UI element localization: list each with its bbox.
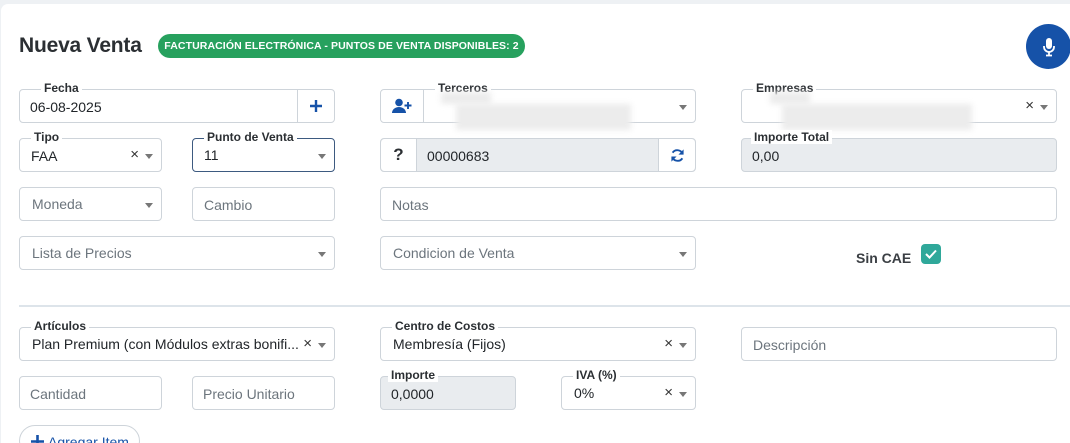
lista-precios-select[interactable]: Lista de Precios [19, 236, 335, 270]
voice-input-button[interactable] [1026, 24, 1070, 69]
moneda-select[interactable]: Moneda [19, 187, 162, 221]
cambio-input[interactable]: Cambio [192, 187, 335, 221]
importe-value: 0,0000 [391, 386, 434, 402]
user-plus-icon [392, 98, 412, 113]
add-item-label: Agregar Item [48, 434, 129, 443]
condicion-venta-select[interactable]: Condicion de Venta [380, 236, 696, 270]
importe-label: Importe [388, 368, 439, 382]
empresas-select[interactable]: Empresas × [741, 81, 1057, 130]
centro-costos-value: Membresía (Fijos) [393, 336, 506, 352]
moneda-placeholder: Moneda [32, 196, 83, 212]
add-customer-button[interactable] [381, 90, 424, 122]
cantidad-input[interactable]: Cantidad [19, 376, 162, 410]
notas-placeholder: Notas [392, 197, 429, 213]
electronic-billing-badge: FACTURACIÓN ELECTRÓNICA - PUNTOS DE VENT… [158, 34, 525, 58]
descripcion-input[interactable]: Descripción [741, 327, 1057, 361]
redacted-company-detail [782, 104, 972, 130]
refresh-numero-button[interactable] [658, 139, 695, 171]
question-icon: ? [393, 145, 404, 164]
descripcion-placeholder: Descripción [753, 337, 827, 353]
chevron-down-icon [1040, 105, 1048, 110]
tipo-label: Tipo [31, 130, 63, 144]
punto-venta-select[interactable]: Punto de Venta 11 [192, 130, 335, 172]
page-title: Nueva Venta [19, 34, 142, 57]
precio-unitario-input[interactable]: Precio Unitario [192, 376, 335, 410]
microphone-icon [1042, 37, 1055, 56]
clear-centro-costos-icon[interactable]: × [664, 335, 673, 352]
importe-total-label: Importe Total [751, 130, 833, 144]
articulos-value: Plan Premium (con Módulos extras bonifi.… [32, 336, 299, 352]
centro-costos-label: Centro de Costos [392, 319, 499, 333]
plus-icon [31, 435, 44, 443]
chevron-down-icon [679, 343, 687, 348]
punto-venta-value: 11 [204, 147, 219, 163]
section-divider [19, 305, 1070, 307]
clear-iva-icon[interactable]: × [664, 384, 673, 401]
importe-total-field: Importe Total 0,00 [741, 130, 1057, 172]
numero-value: 00000683 [427, 148, 490, 164]
fecha-field[interactable]: Fecha 06-08-2025 [19, 81, 335, 123]
redacted-customer [441, 92, 491, 104]
redacted-customer-detail [456, 104, 631, 130]
iva-value: 0% [574, 385, 595, 401]
redacted-company [770, 92, 810, 104]
plus-icon [310, 100, 322, 112]
add-item-button[interactable]: Agregar Item [19, 425, 140, 443]
chevron-down-icon [679, 105, 687, 110]
cambio-placeholder: Cambio [204, 197, 253, 213]
punto-venta-label: Punto de Venta [204, 130, 297, 144]
condicion-venta-placeholder: Condicion de Venta [393, 245, 515, 261]
add-date-button[interactable] [297, 90, 334, 122]
refresh-icon [670, 148, 684, 162]
importe-total-value: 0,00 [752, 148, 780, 164]
importe-field: Importe 0,0000 [380, 368, 516, 410]
lista-precios-placeholder: Lista de Precios [32, 245, 132, 261]
cantidad-placeholder: Cantidad [30, 386, 87, 402]
iva-label: IVA (%) [573, 368, 620, 382]
fecha-value: 06-08-2025 [30, 99, 102, 115]
fecha-label: Fecha [41, 81, 82, 95]
sin-cae-label: Sin CAE [856, 250, 912, 266]
chevron-down-icon [318, 154, 326, 159]
clear-tipo-icon[interactable]: × [130, 146, 139, 163]
numero-help-button[interactable]: ? [381, 139, 417, 171]
clear-articulo-icon[interactable]: × [303, 335, 312, 352]
tipo-select[interactable]: Tipo FAA × [19, 130, 162, 172]
tipo-value: FAA [31, 148, 58, 164]
chevron-down-icon [145, 203, 153, 208]
clear-empresa-icon[interactable]: × [1025, 97, 1034, 114]
chevron-down-icon [318, 252, 326, 257]
precio-unitario-placeholder: Precio Unitario [203, 386, 295, 402]
numero-field[interactable]: ? 00000683 [380, 138, 696, 172]
iva-select[interactable]: IVA (%) 0% × [561, 368, 696, 410]
articulos-select[interactable]: Artículos Plan Premium (con Módulos extr… [19, 319, 335, 361]
notas-input[interactable]: Notas [380, 187, 1057, 221]
chevron-down-icon [679, 392, 687, 397]
chevron-down-icon [318, 343, 326, 348]
checkmark-icon [925, 249, 937, 259]
chevron-down-icon [145, 154, 153, 159]
chevron-down-icon [679, 252, 687, 257]
centro-costos-select[interactable]: Centro de Costos Membresía (Fijos) × [380, 319, 696, 361]
sin-cae-checkbox[interactable] [921, 244, 941, 264]
terceros-select[interactable]: Terceros [380, 81, 696, 130]
articulos-label: Artículos [31, 319, 90, 333]
